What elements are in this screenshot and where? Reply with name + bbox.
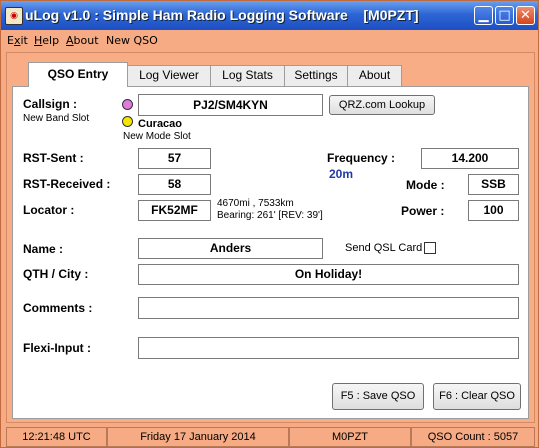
name-input[interactable]: Anders <box>138 238 323 259</box>
power-input[interactable]: 100 <box>468 200 519 221</box>
locator-input[interactable]: FK52MF <box>138 200 211 221</box>
callsign-label: Callsign : <box>23 97 78 111</box>
callsign-input[interactable]: PJ2/SM4KYN <box>138 94 323 116</box>
rst-received-label: RST-Received : <box>23 177 111 191</box>
band-slot-indicator-icon <box>122 99 133 110</box>
frequency-label: Frequency : <box>327 151 396 165</box>
menu-about[interactable]: About <box>66 34 99 47</box>
mode-slot-indicator-icon <box>122 116 133 127</box>
menu-new-qso[interactable]: New QSO <box>106 34 158 47</box>
rst-sent-input[interactable]: 57 <box>138 148 211 169</box>
app-window: ◉ uLog v1.0 : Simple Ham Radio Logging S… <box>0 0 539 448</box>
status-qso-count: QSO Count : 5057 <box>411 427 535 447</box>
tab-log-stats[interactable]: Log Stats <box>210 65 285 86</box>
radio-app-icon: ◉ <box>5 7 23 25</box>
tab-qso-entry[interactable]: QSO Entry <box>28 62 128 87</box>
mode-select[interactable]: SSB <box>468 174 519 195</box>
bearing-text: Bearing: 261' [REV: 39'] <box>217 210 323 221</box>
distance-text: 4670mi , 7533km <box>217 198 294 209</box>
save-qso-button[interactable]: F5 : Save QSO <box>332 383 424 410</box>
main-panel: QSO Entry Log Viewer Log Stats Settings … <box>6 52 535 423</box>
close-button[interactable]: ✕ <box>516 6 535 25</box>
locator-label: Locator : <box>23 203 75 217</box>
new-mode-slot-text: New Mode Slot <box>123 131 191 142</box>
frequency-input[interactable]: 14.200 <box>421 148 519 169</box>
menu-exit[interactable]: Exit <box>7 34 28 47</box>
minimize-button[interactable]: ▁ <box>474 6 493 25</box>
mode-label: Mode : <box>406 178 445 192</box>
comments-label: Comments : <box>23 301 93 315</box>
tab-settings[interactable]: Settings <box>284 65 348 86</box>
status-date: Friday 17 January 2014 <box>107 427 289 447</box>
clear-qso-button[interactable]: F6 : Clear QSO <box>433 383 521 410</box>
status-time: 12:21:48 UTC <box>6 427 107 447</box>
qth-input[interactable]: On Holiday! <box>138 264 519 285</box>
qrz-lookup-button[interactable]: QRZ.com Lookup <box>329 95 435 115</box>
name-label: Name : <box>23 242 64 256</box>
power-label: Power : <box>401 204 445 218</box>
flexi-input[interactable] <box>138 337 519 359</box>
title-bar[interactable]: ◉ uLog v1.0 : Simple Ham Radio Logging S… <box>1 1 538 30</box>
send-qsl-label: Send QSL Card <box>345 242 423 254</box>
comments-input[interactable] <box>138 297 519 319</box>
rst-received-input[interactable]: 58 <box>138 174 211 195</box>
tab-log-viewer[interactable]: Log Viewer <box>127 65 211 86</box>
menu-bar: Exit Help About New QSO <box>5 30 536 51</box>
status-callsign: M0PZT <box>289 427 411 447</box>
new-band-slot-text: New Band Slot <box>23 113 90 124</box>
menu-help[interactable]: Help <box>34 34 59 47</box>
qso-entry-form: Callsign : New Band Slot PJ2/SM4KYN QRZ.… <box>12 86 529 419</box>
qth-label: QTH / City : <box>23 267 89 281</box>
window-title: uLog v1.0 : Simple Ham Radio Logging Sof… <box>25 7 419 23</box>
rst-sent-label: RST-Sent : <box>23 151 84 165</box>
flexi-input-label: Flexi-Input : <box>23 341 91 355</box>
band-text: 20m <box>329 167 354 181</box>
maximize-button[interactable]: □ <box>495 6 514 25</box>
tab-about[interactable]: About <box>347 65 402 86</box>
send-qsl-checkbox[interactable] <box>424 242 436 254</box>
country-text: Curacao <box>138 118 183 130</box>
